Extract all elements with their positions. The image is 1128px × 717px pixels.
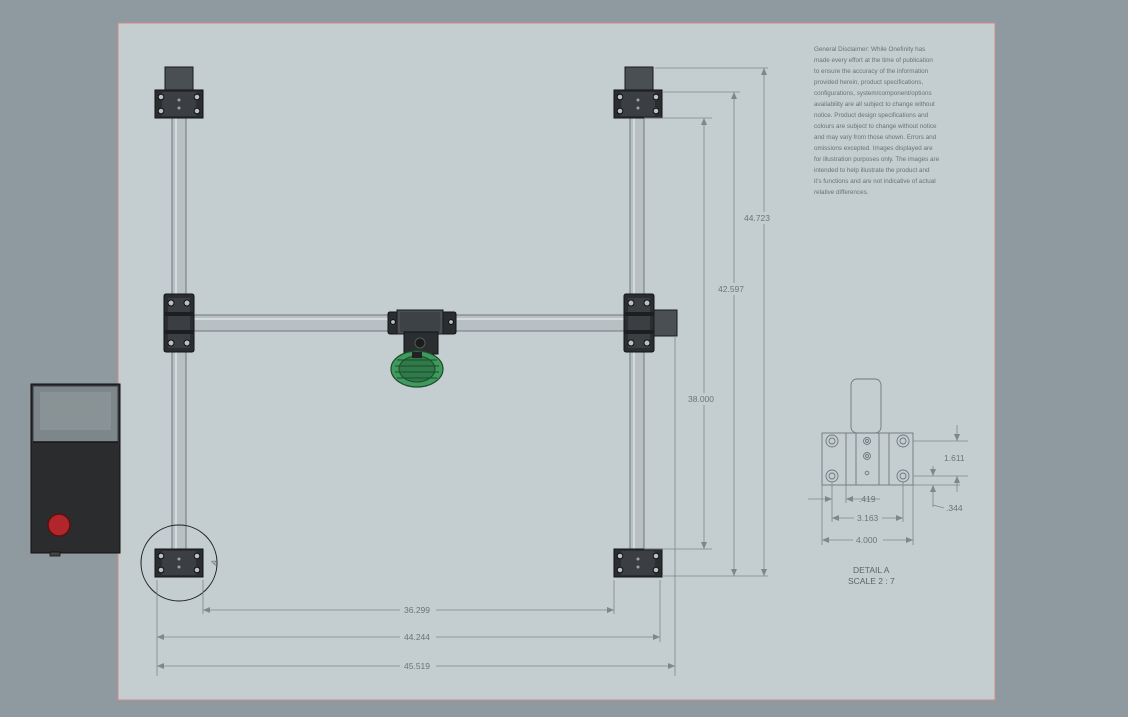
disclaimer-line: it's functions and are not indicative of… (814, 178, 936, 185)
disclaimer-line: General Disclaimer: While Onefinity has (814, 46, 925, 53)
detail-dim-hole: .419 (859, 494, 876, 504)
disclaimer-line: relative differences. (814, 189, 869, 196)
dim-travel-x: 36.299 (404, 605, 430, 615)
disclaimer-line: provided herein, product specifications, (814, 79, 923, 86)
disclaimer-line: intended to help illustrate the product … (814, 167, 930, 174)
detail-dim-offset: .344 (946, 503, 963, 513)
detail-dim-width: 4.000 (856, 535, 878, 545)
disclaimer-line: configurations, system/component/options (814, 90, 932, 97)
disclaimer-line: to ensure the accuracy of the informatio… (814, 68, 929, 75)
dim-rail-y: 42.597 (718, 284, 744, 294)
estop-button (47, 513, 71, 537)
disclaimer-line: availability are all subject to change w… (814, 101, 935, 108)
disclaimer-line: made every effort at the time of publica… (814, 57, 933, 64)
dim-overall-y: 44.723 (744, 213, 770, 223)
x-stepper-motor (653, 309, 678, 337)
disclaimer-line: colours are subject to change without no… (814, 123, 937, 130)
controller-box (30, 383, 121, 557)
bottom-right-rail-mount (613, 548, 663, 578)
router-spindle (390, 350, 444, 388)
disclaimer-line: notice. Product design specifications an… (814, 112, 929, 119)
left-y-carriage (163, 293, 195, 353)
disclaimer-line: and may vary from those shown. Errors an… (814, 134, 937, 141)
disclaimer-line: for illustration purposes only. The imag… (814, 156, 940, 163)
detail-dim-inner: 3.163 (857, 513, 879, 523)
detail-dim-height: 1.611 (944, 453, 965, 463)
dim-travel-y: 38.000 (688, 394, 714, 404)
disclaimer-line: omissions excepted. Images displayed are (814, 145, 933, 152)
drawing-canvas: A 44.723 42.597 38.000 36.299 44.244 45.… (30, 22, 996, 701)
bottom-left-rail-mount (154, 548, 204, 578)
dim-overall-x: 45.519 (404, 661, 430, 671)
dim-rail-x: 44.244 (404, 632, 430, 642)
detail-title: DETAIL A (853, 565, 890, 575)
detail-scale: SCALE 2 : 7 (848, 576, 895, 586)
